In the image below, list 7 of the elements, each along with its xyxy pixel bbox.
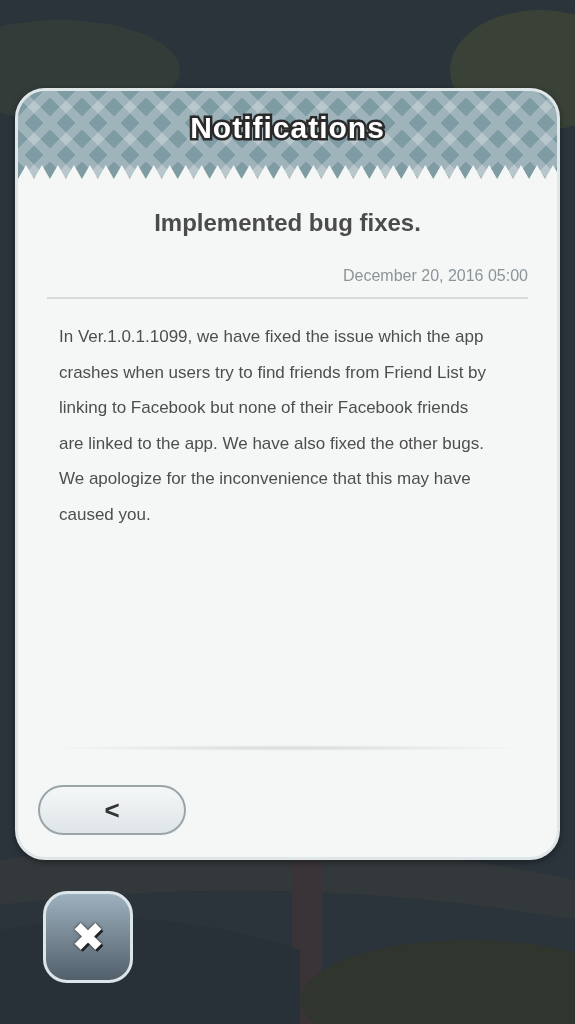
notice-date: December 20, 2016 05:00	[342, 267, 528, 285]
notice-paragraph: In Ver.1.0.1.1099, we have fixed the issue which the app crashes when users try to find friends from Friend List by linking to Facebook but none of their Facebook friends are linked to the app. We have also fixed the other bugs.	[59, 326, 488, 455]
back-button[interactable]: <	[38, 785, 186, 835]
dialog-title: Notifications	[190, 111, 385, 145]
notice-paragraph: We apologize for the inconvenience that this may have caused you.	[59, 468, 472, 526]
notice-heading: Implemented bug fixes.	[153, 209, 422, 237]
close-button[interactable]: ✖	[43, 891, 133, 983]
